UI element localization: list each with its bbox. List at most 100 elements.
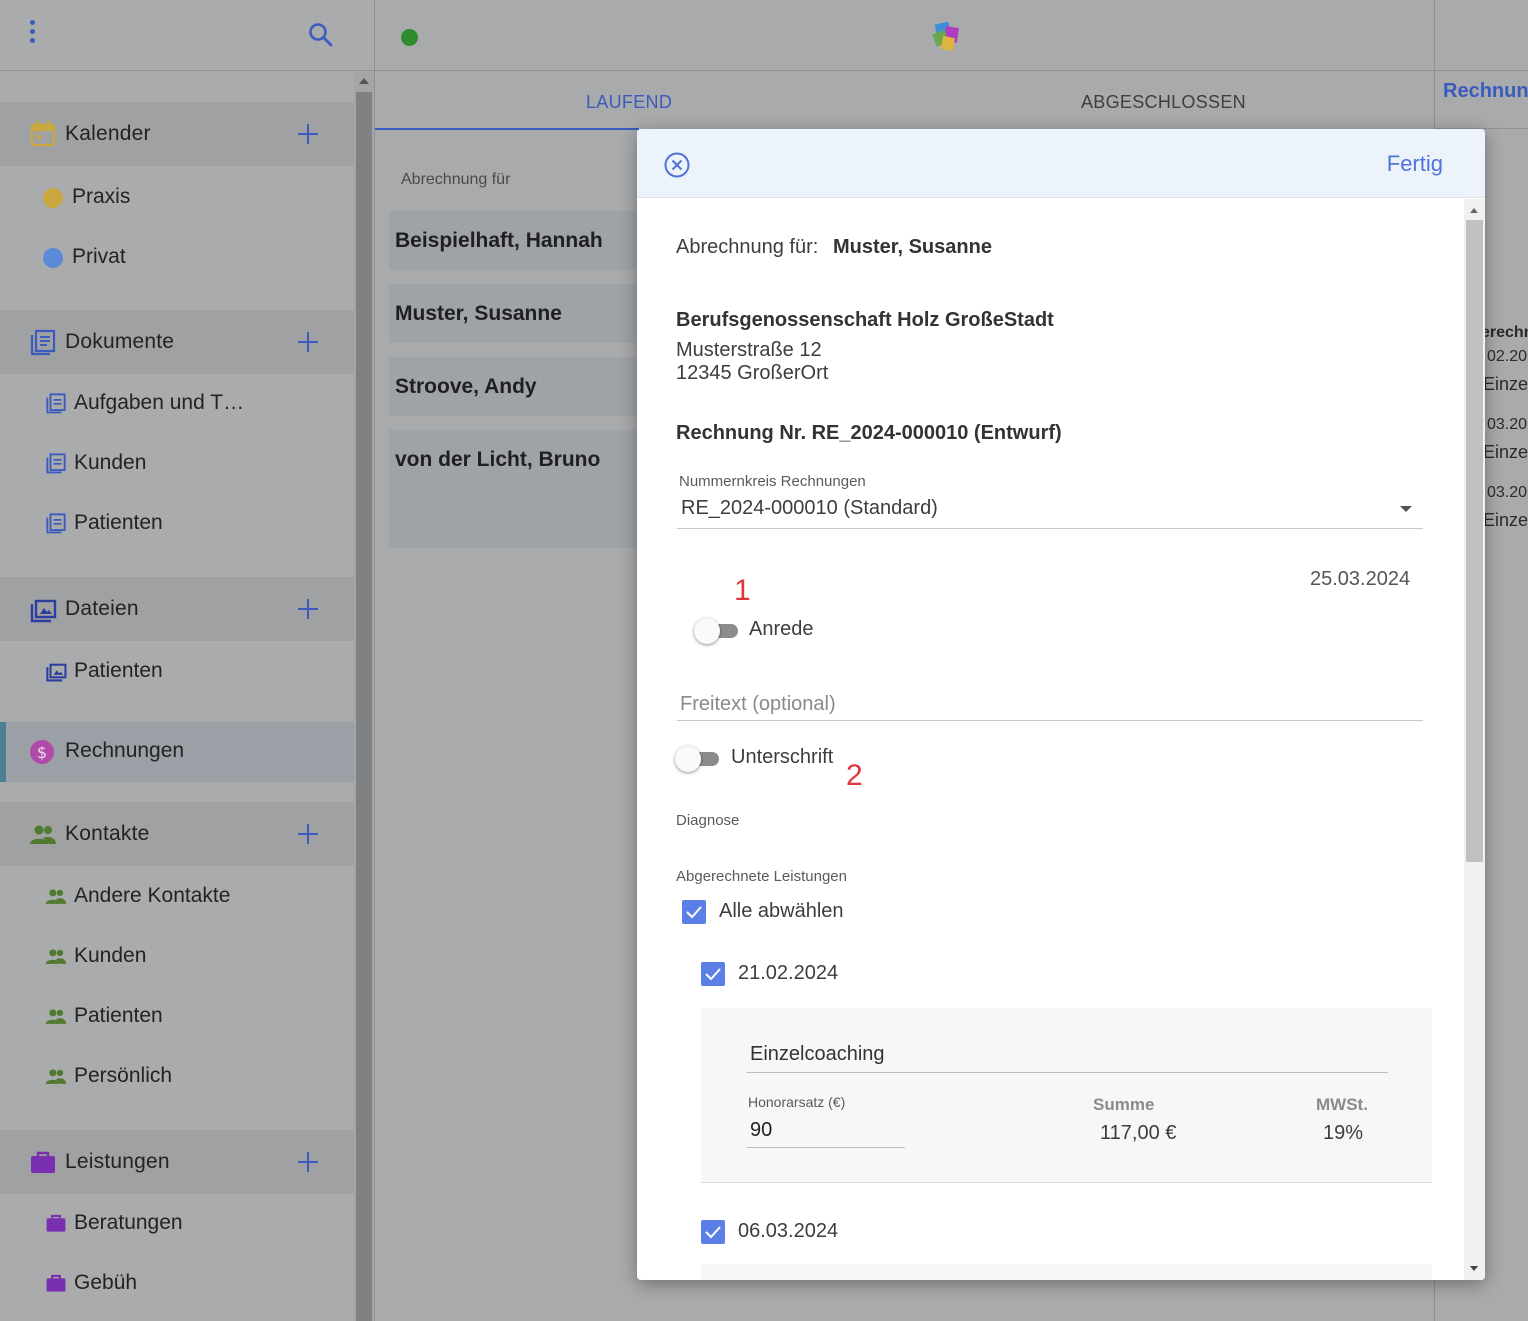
invoice-date[interactable]: 25.03.2024 bbox=[1310, 568, 1410, 591]
sidebar-item-gebueh[interactable]: Gebüh bbox=[0, 1254, 354, 1314]
contacts-icon bbox=[45, 885, 67, 907]
list-item[interactable]: von der Licht, Bruno bbox=[389, 430, 649, 548]
sidebar-group-kontakte[interactable]: Kontakte bbox=[0, 802, 354, 866]
detail-label: erechn bbox=[1481, 324, 1528, 341]
sidebar-item-persoenlich[interactable]: Persönlich bbox=[0, 1047, 354, 1107]
detail-title: Rechnung bbox=[1443, 80, 1528, 102]
sidebar: Kalender Praxis Privat Dokumente Aufgabe… bbox=[0, 0, 374, 1321]
add-calendar-icon[interactable] bbox=[296, 122, 320, 146]
sidebar-item-label: Kunden bbox=[74, 451, 147, 474]
service-name-input[interactable]: Einzelcoaching bbox=[750, 1043, 885, 1066]
scroll-up-icon[interactable] bbox=[359, 78, 369, 84]
sidebar-item-label: Privat bbox=[72, 245, 126, 268]
sidebar-item-patienten-docs[interactable]: Patienten bbox=[0, 494, 354, 554]
svg-text:$: $ bbox=[37, 743, 47, 762]
service-underline bbox=[746, 1072, 1388, 1073]
done-button[interactable]: Fertig bbox=[1387, 151, 1443, 177]
dialog-scrollbar[interactable] bbox=[1464, 199, 1485, 1280]
sidebar-item-label: Rechnungen bbox=[65, 739, 185, 762]
briefcase-icon bbox=[29, 1148, 57, 1176]
sidebar-group-label: Leistungen bbox=[65, 1150, 170, 1173]
sidebar-group-label: Kalender bbox=[65, 122, 151, 145]
sidebar-item-aufgaben[interactable]: Aufgaben und T… bbox=[0, 374, 354, 434]
sidebar-item-kunden-contacts[interactable]: Kunden bbox=[0, 927, 354, 987]
document-icon bbox=[45, 512, 67, 534]
detail-date: 03.20 bbox=[1487, 416, 1528, 433]
calendar-icon bbox=[29, 120, 57, 148]
sidebar-item-andere-kontakte[interactable]: Andere Kontakte bbox=[0, 867, 354, 927]
sidebar-item-label: Patienten bbox=[74, 511, 163, 534]
signature-toggle[interactable] bbox=[675, 745, 719, 773]
entry-checkbox[interactable] bbox=[701, 962, 725, 986]
entry-date: 21.02.2024 bbox=[738, 962, 839, 984]
list-item[interactable]: Beispielhaft, Hannah bbox=[389, 211, 649, 270]
select-all-label: Alle abwählen bbox=[719, 900, 844, 922]
sidebar-scrollbar[interactable] bbox=[354, 72, 374, 1321]
detail-text: Einze bbox=[1483, 442, 1528, 462]
annotation-marker: 2 bbox=[846, 759, 863, 792]
number-range-select[interactable]: RE_2024-000010 (Standard) bbox=[681, 497, 938, 520]
sidebar-item-rechnungen[interactable]: $ Rechnungen bbox=[0, 722, 354, 782]
services-label: Abgerechnete Leistungen bbox=[676, 868, 847, 885]
sidebar-item-label: Beratungen bbox=[74, 1211, 183, 1234]
sidebar-group-kalender[interactable]: Kalender bbox=[0, 102, 354, 166]
sidebar-item-patienten-files[interactable]: Patienten bbox=[0, 642, 354, 702]
vat-value: 19% bbox=[1323, 1122, 1364, 1144]
list-item[interactable]: Stroove, Andy bbox=[389, 357, 649, 416]
sidebar-item-beratungen[interactable]: Beratungen bbox=[0, 1194, 354, 1254]
sidebar-item-label: Andere Kontakte bbox=[74, 884, 231, 907]
detail-toolbar bbox=[1435, 0, 1528, 71]
tab-laufend[interactable]: LAUFEND bbox=[586, 92, 672, 113]
scrollbar-thumb[interactable] bbox=[1466, 220, 1483, 862]
tab-abgeschlossen[interactable]: ABGESCHLOSSEN bbox=[1081, 92, 1246, 113]
select-underline bbox=[677, 528, 1423, 529]
sidebar-item-label: Aufgaben und T… bbox=[74, 391, 245, 414]
add-document-icon[interactable] bbox=[296, 330, 320, 354]
sidebar-group-dokumente[interactable]: Dokumente bbox=[0, 310, 354, 374]
section-label: Abrechnung für bbox=[401, 171, 511, 188]
document-icon bbox=[29, 328, 57, 356]
sidebar-group-leistungen[interactable]: Leistungen bbox=[0, 1130, 354, 1194]
sidebar-group-dateien[interactable]: Dateien bbox=[0, 577, 354, 641]
add-file-icon[interactable] bbox=[296, 597, 320, 621]
sidebar-item-label: Praxis bbox=[72, 185, 131, 208]
signature-label: Unterschrift bbox=[731, 746, 834, 768]
contacts-icon bbox=[29, 820, 57, 848]
sidebar-item-label: Persönlich bbox=[74, 1064, 173, 1087]
detail-date: 03.20 bbox=[1487, 484, 1528, 501]
sidebar-item-privat[interactable]: Privat bbox=[0, 228, 354, 288]
sum-header: Summe bbox=[1093, 1095, 1155, 1114]
sidebar-item-kunden-docs[interactable]: Kunden bbox=[0, 434, 354, 494]
more-menu-icon[interactable] bbox=[26, 20, 40, 44]
chevron-down-icon[interactable] bbox=[1400, 506, 1412, 512]
sidebar-item-patienten-contacts[interactable]: Patienten bbox=[0, 987, 354, 1047]
diagnosis-label: Diagnose bbox=[676, 812, 740, 829]
contacts-icon bbox=[45, 1065, 67, 1087]
invoice-title: Rechnung Nr. RE_2024-000010 (Entwurf) bbox=[676, 422, 1062, 444]
patient-name: Muster, Susanne bbox=[395, 302, 562, 325]
salutation-toggle[interactable] bbox=[694, 617, 738, 645]
detail-text: Einze bbox=[1483, 374, 1528, 394]
sidebar-item-praxis[interactable]: Praxis bbox=[0, 168, 354, 228]
search-icon[interactable] bbox=[306, 20, 336, 50]
scrollbar-thumb[interactable] bbox=[356, 92, 372, 1321]
briefcase-icon bbox=[45, 1272, 67, 1294]
scroll-down-icon[interactable] bbox=[1470, 1266, 1478, 1271]
add-service-icon[interactable] bbox=[296, 1150, 320, 1174]
fee-input[interactable]: 90 bbox=[750, 1119, 772, 1142]
freitext-input[interactable]: Freitext (optional) bbox=[680, 693, 836, 716]
detail-date: 02.20 bbox=[1487, 348, 1528, 365]
briefcase-icon bbox=[45, 1212, 67, 1234]
document-icon bbox=[45, 392, 67, 414]
scroll-up-icon[interactable] bbox=[1470, 208, 1478, 213]
close-icon[interactable] bbox=[664, 152, 690, 178]
list-item[interactable]: Muster, Susanne bbox=[389, 284, 649, 343]
select-all-checkbox[interactable] bbox=[682, 900, 706, 924]
fee-label: Honorarsatz (€) bbox=[748, 1094, 846, 1110]
entry-checkbox[interactable] bbox=[701, 1220, 725, 1244]
add-contact-icon[interactable] bbox=[296, 822, 320, 846]
sum-value: 117,00 € bbox=[1100, 1122, 1177, 1144]
detail-text: Einze bbox=[1483, 510, 1528, 530]
patient-name: Stroove, Andy bbox=[395, 375, 537, 398]
dialog-header: Fertig bbox=[637, 129, 1485, 198]
